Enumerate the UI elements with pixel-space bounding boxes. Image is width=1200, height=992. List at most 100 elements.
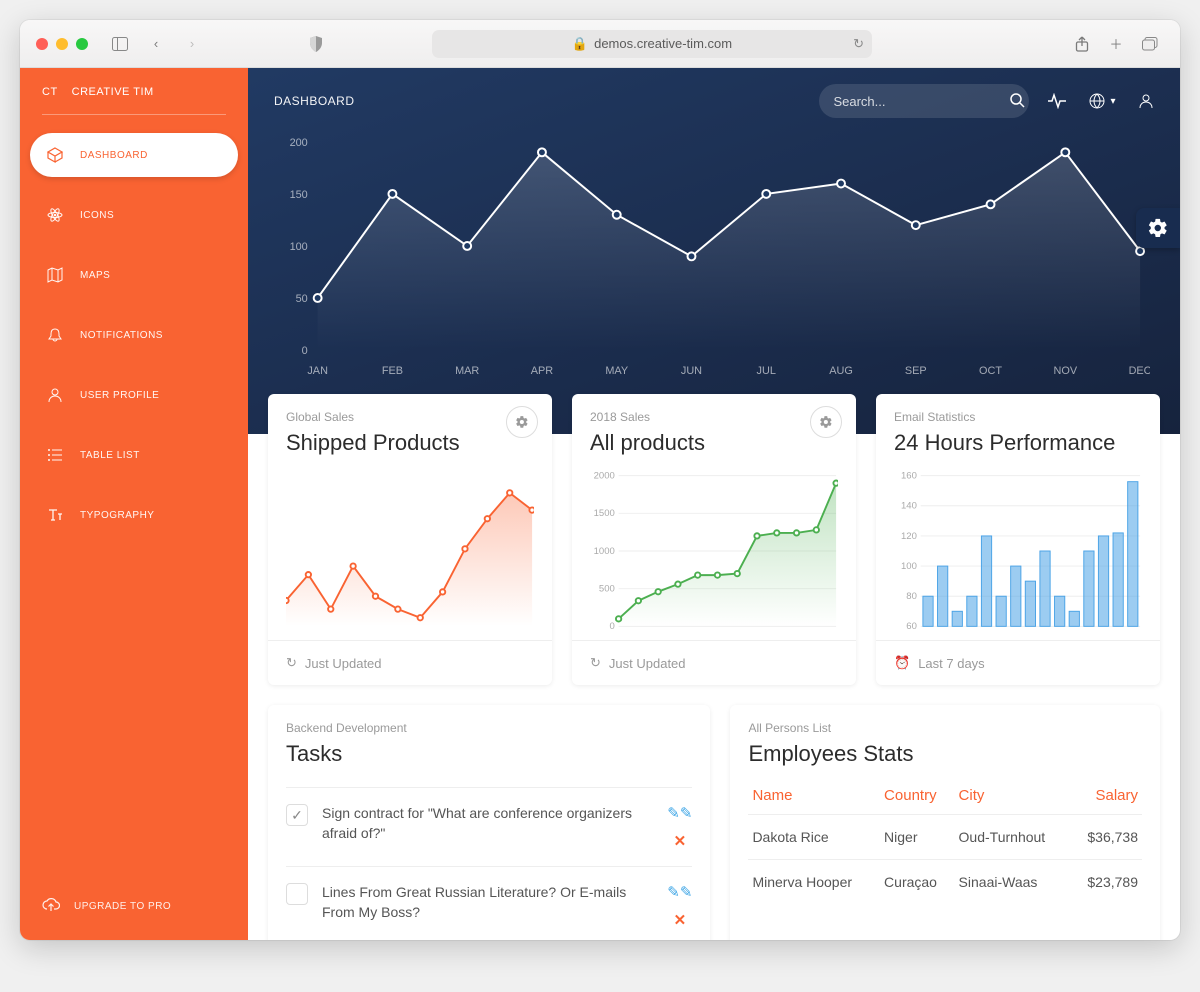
main: DASHBOARD ▾ [248,68,1180,940]
card-menu-icon[interactable] [810,406,842,438]
sidebar-item-maps[interactable]: MAPS [30,253,238,297]
refresh-icon: ↻ [590,655,601,671]
sidebar-toggle-icon[interactable] [106,30,134,58]
svg-text:FEB: FEB [382,365,403,377]
card-title: Shipped Products [286,430,534,456]
task-row: ✓ Sign contract for "What are conference … [286,787,692,866]
svg-text:140: 140 [901,501,917,512]
svg-text:50: 50 [296,293,308,305]
settings-fab[interactable] [1136,208,1180,248]
card-title: All products [590,430,838,456]
sidebar-item-user-profile[interactable]: USER PROFILE [30,373,238,417]
table-cell: Minerva Hooper [748,860,880,905]
table-cell: $23,789 [1070,860,1142,905]
table-cell: Sinaai-Waas [955,860,1071,905]
back-icon[interactable]: ‹ [142,30,170,58]
employees-table: NameCountryCitySalary Dakota RiceNigerOu… [748,777,1142,904]
svg-text:150: 150 [290,189,308,201]
edit-icon[interactable]: ✎✎ [667,804,692,822]
maximize-window[interactable] [76,38,88,50]
sidebar-item-label: MAPS [80,270,110,281]
chevron-down-icon: ▾ [1110,96,1116,107]
text-icon [46,507,64,523]
sidebar-item-dashboard[interactable]: DASHBOARD [30,133,238,177]
sidebar-item-table-list[interactable]: TABLE LIST [30,433,238,477]
svg-text:200: 200 [290,137,308,149]
svg-text:60: 60 [906,621,917,632]
profile-icon[interactable] [1138,93,1154,109]
svg-text:JUL: JUL [757,365,776,377]
svg-text:AUG: AUG [829,365,853,377]
content: Global Sales Shipped Products [248,394,1180,940]
browser-window: ‹ › 🔒 demos.creative-tim.com ↻ ＋ CT CREA… [20,20,1180,940]
sidebar-upgrade[interactable]: UPGRADE TO PRO [20,873,248,940]
edit-icon[interactable]: ✎✎ [667,883,692,901]
sidebar-item-notifications[interactable]: NOTIFICATIONS [30,313,238,357]
sidebar-item-typography[interactable]: TYPOGRAPHY [30,493,238,537]
table-cell: Niger [880,815,955,860]
sidebar-item-icons[interactable]: ICONS [30,193,238,237]
brand-name: CREATIVE TIM [72,86,154,98]
cube-icon [46,147,64,163]
table-header: Name [748,777,880,815]
reload-icon[interactable]: ↻ [853,36,864,52]
svg-text:JUN: JUN [681,365,702,377]
upgrade-label: UPGRADE TO PRO [74,901,171,912]
card-footer: Last 7 days [918,656,985,671]
svg-text:MAY: MAY [605,365,629,377]
minimize-window[interactable] [56,38,68,50]
search-input[interactable] [833,94,1009,109]
atom-icon [46,207,64,223]
delete-icon[interactable]: ✕ [674,832,687,850]
card-menu-icon[interactable] [506,406,538,438]
table-row: Minerva HooperCuraçaoSinaai-Waas$23,789 [748,860,1142,905]
card-email-stats: Email Statistics 24 Hours Performance 60… [876,394,1160,685]
allproducts-chart: 0500100015002000 [590,466,838,636]
hero: DASHBOARD ▾ [248,68,1180,434]
brand-logo-text: CT [42,86,58,98]
clock-icon: ⏰ [894,655,910,671]
activity-icon[interactable] [1047,93,1067,109]
close-window[interactable] [36,38,48,50]
new-tab-icon[interactable]: ＋ [1102,30,1130,58]
tabs-icon[interactable] [1136,30,1164,58]
task-checkbox[interactable]: ✓ [286,804,308,826]
search-icon[interactable] [1009,92,1025,111]
card-title: Tasks [286,741,692,767]
svg-text:160: 160 [901,471,917,482]
globe-dropdown[interactable]: ▾ [1089,93,1116,109]
cloud-upload-icon [42,897,60,916]
list-icon [46,447,64,463]
svg-text:1000: 1000 [594,546,615,557]
top-icons: ▾ [1047,93,1154,109]
search-box[interactable] [819,84,1029,118]
card-eyebrow: Global Sales [286,410,534,424]
browser-titlebar: ‹ › 🔒 demos.creative-tim.com ↻ ＋ [20,20,1180,68]
address-bar[interactable]: 🔒 demos.creative-tim.com ↻ [432,30,872,58]
svg-text:100: 100 [290,241,308,253]
card-title: 24 Hours Performance [894,430,1142,456]
card-eyebrow: 2018 Sales [590,410,838,424]
svg-text:0: 0 [302,345,308,357]
svg-text:2000: 2000 [594,471,615,482]
window-controls [36,38,88,50]
svg-text:NOV: NOV [1054,365,1078,377]
svg-text:MAR: MAR [455,365,479,377]
svg-text:DEC: DEC [1129,365,1150,377]
svg-text:80: 80 [906,591,917,602]
task-text: Sign contract for "What are conference o… [322,804,653,843]
svg-text:JAN: JAN [307,365,328,377]
table-header: Country [880,777,955,815]
sidebar-item-label: TYPOGRAPHY [80,510,154,521]
card-all-products: 2018 Sales All products 0500100015002000 [572,394,856,685]
shield-icon[interactable] [302,30,330,58]
delete-icon[interactable]: ✕ [674,911,687,929]
forward-icon[interactable]: › [178,30,206,58]
task-checkbox[interactable] [286,883,308,905]
card-eyebrow: Email Statistics [894,410,1142,424]
share-icon[interactable] [1068,30,1096,58]
svg-text:SEP: SEP [905,365,927,377]
brand[interactable]: CT CREATIVE TIM [20,68,248,114]
sidebar-item-label: TABLE LIST [80,450,140,461]
sidebar-item-label: DASHBOARD [80,150,148,161]
